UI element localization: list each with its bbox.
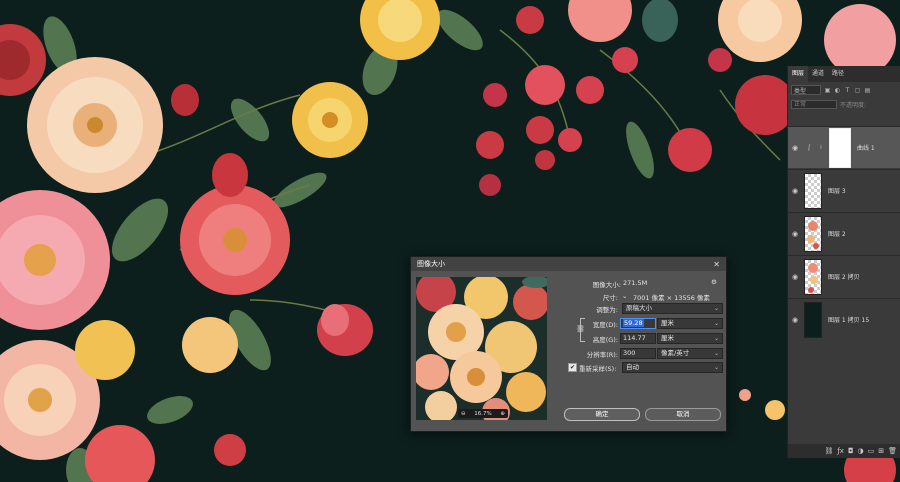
eye-icon[interactable]: ◉ <box>788 187 802 195</box>
resolution-input[interactable]: 300 <box>620 348 656 359</box>
resample-checkbox[interactable]: ✔ <box>568 363 577 372</box>
gear-icon[interactable]: ⚙ <box>711 278 717 286</box>
layer-name: 图层 1 拷贝 15 <box>828 317 870 324</box>
chevron-down-icon: ⌄ <box>713 350 719 357</box>
blend-mode-select[interactable]: 正常 <box>791 99 837 109</box>
image-size-value: 271.5M <box>623 279 648 287</box>
mask-icon[interactable]: ◘ <box>848 447 854 455</box>
dialog-title: 图像大小 <box>417 260 445 268</box>
chevron-down-icon: ⌄ <box>713 335 719 342</box>
zoom-out-icon[interactable]: ⊖ <box>461 411 466 417</box>
ok-button[interactable]: 确定 <box>564 408 640 421</box>
resolution-label: 分辨率(R): <box>586 351 618 359</box>
layer-thumbnail <box>804 172 822 209</box>
layers-panel-tabs: 图层 通道 路径 <box>788 66 900 82</box>
fit-to-value: 原稿大小 <box>626 304 652 312</box>
resolution-unit: 像素/英寸 <box>661 349 690 357</box>
eye-icon[interactable]: ◉ <box>788 316 802 324</box>
eye-icon[interactable]: ◉ <box>788 144 802 152</box>
width-input[interactable]: 59.28 <box>620 318 656 329</box>
dimensions-chevron-icon[interactable]: ⌄ <box>622 292 627 300</box>
width-unit-select[interactable]: 厘米 ⌄ <box>657 318 723 329</box>
dimensions-value: 7001 像素 × 13556 像素 <box>633 294 710 302</box>
resample-value: 自动 <box>626 363 639 371</box>
folder-icon[interactable]: ▭ <box>868 447 875 455</box>
preview-zoom-control: ⊖ 16.7% ⊕ <box>458 409 508 418</box>
width-label: 宽度(D): <box>592 321 618 329</box>
layer-name: 图层 2 <box>828 231 846 238</box>
fx-icon[interactable]: ƒx <box>837 447 844 455</box>
new-layer-icon[interactable]: ⊞ <box>878 447 884 455</box>
zoom-in-icon[interactable]: ⊕ <box>500 411 505 417</box>
width-unit: 厘米 <box>661 319 674 327</box>
layer-row-layer1-copy15[interactable]: ◉ 图层 1 拷贝 15 <box>788 298 900 340</box>
layer-mask-thumbnail[interactable] <box>829 127 851 168</box>
layer-filter-row: 类型 ▣ ◐ T ▢ ▤ <box>791 84 898 96</box>
eye-icon[interactable]: ◉ <box>788 273 802 281</box>
tab-paths[interactable]: 路径 <box>828 66 848 82</box>
layer-thumbnail <box>804 258 822 295</box>
text-filter-icon[interactable]: T <box>844 87 851 94</box>
height-label: 高度(G): <box>592 336 618 344</box>
resample-label: 重新采样(S): <box>579 365 617 373</box>
preview-thumbnail <box>416 277 547 420</box>
fit-to-label: 调整为: <box>596 306 618 314</box>
chain-link-icon[interactable]: ⁞ <box>816 144 826 151</box>
image-size-label: 图像大小: <box>592 281 621 289</box>
dialog-titlebar[interactable]: 图像大小 ✕ <box>411 257 726 271</box>
layers-panel-footer: ⛓ ƒx ◘ ◑ ▭ ⊞ 🗑 <box>788 444 900 458</box>
chevron-down-icon: ⌄ <box>713 305 719 312</box>
image-preview[interactable]: ⊖ 16.7% ⊕ <box>416 277 547 420</box>
image-filter-icon[interactable]: ▣ <box>824 87 831 94</box>
link-icon[interactable]: ⛓ <box>824 447 833 455</box>
chevron-down-icon: ⌄ <box>713 320 719 327</box>
layer-name: 图层 2 拷贝 <box>828 274 860 281</box>
height-unit: 厘米 <box>661 334 674 342</box>
layer-thumbnail <box>804 215 822 252</box>
checkmark-icon: ✔ <box>569 364 576 371</box>
chevron-down-icon: ⌄ <box>713 364 719 371</box>
trash-icon[interactable]: 🗑 <box>888 447 897 455</box>
tab-channels[interactable]: 通道 <box>808 66 828 82</box>
image-size-dialog: 图像大小 ✕ ⊖ 16.7% ⊕ 图像大小: 271.5M ⚙ 尺寸: ⌄ 70… <box>410 256 727 432</box>
opacity-label: 不透明度: <box>840 101 867 109</box>
tab-layers[interactable]: 图层 <box>788 66 809 82</box>
layer-row-curves[interactable]: ◉ ∫ ⁞ 曲线 1 <box>788 126 900 168</box>
cancel-button[interactable]: 取消 <box>645 408 721 421</box>
layer-thumbnail <box>804 301 822 338</box>
eye-icon[interactable]: ◉ <box>788 230 802 238</box>
kind-filter-label: 类型 <box>794 87 807 95</box>
fit-to-select[interactable]: 原稿大小 ⌄ <box>622 303 723 314</box>
blend-row: 正常 不透明度: <box>791 98 898 110</box>
layer-name: 曲线 1 <box>857 145 875 152</box>
smart-filter-icon[interactable]: ▤ <box>864 87 871 94</box>
shape-filter-icon[interactable]: ▢ <box>854 87 861 94</box>
dimensions-label: 尺寸: <box>602 294 618 302</box>
layer-row-layer2[interactable]: ◉ 图层 2 <box>788 212 900 254</box>
height-value: 114.77 <box>623 334 646 342</box>
close-icon[interactable]: ✕ <box>713 260 720 269</box>
adjustment-icon[interactable]: ◑ <box>858 447 864 455</box>
layer-row-layer2-copy[interactable]: ◉ 图层 2 拷贝 <box>788 255 900 297</box>
height-unit-select[interactable]: 厘米 ⌄ <box>657 333 723 344</box>
height-input[interactable]: 114.77 <box>620 333 656 344</box>
resample-select[interactable]: 自动 ⌄ <box>622 362 723 373</box>
layer-name: 图层 3 <box>828 188 846 195</box>
adjustment-filter-icon[interactable]: ◐ <box>834 87 841 94</box>
curves-adjustment-icon: ∫ <box>807 144 811 151</box>
layers-panel: 图层 通道 路径 类型 ▣ ◐ T ▢ ▤ 正常 不透明度: ◉ ∫ ⁞ 曲线 … <box>787 66 900 458</box>
blend-mode-value: 正常 <box>794 100 807 108</box>
kind-filter-select[interactable]: 类型 <box>791 85 821 95</box>
width-value: 59.28 <box>623 319 644 327</box>
resolution-value: 300 <box>623 349 636 357</box>
layer-row-layer3[interactable]: ◉ 图层 3 <box>788 169 900 211</box>
zoom-level: 16.7% <box>474 410 492 417</box>
resolution-unit-select[interactable]: 像素/英寸 ⌄ <box>657 348 723 359</box>
